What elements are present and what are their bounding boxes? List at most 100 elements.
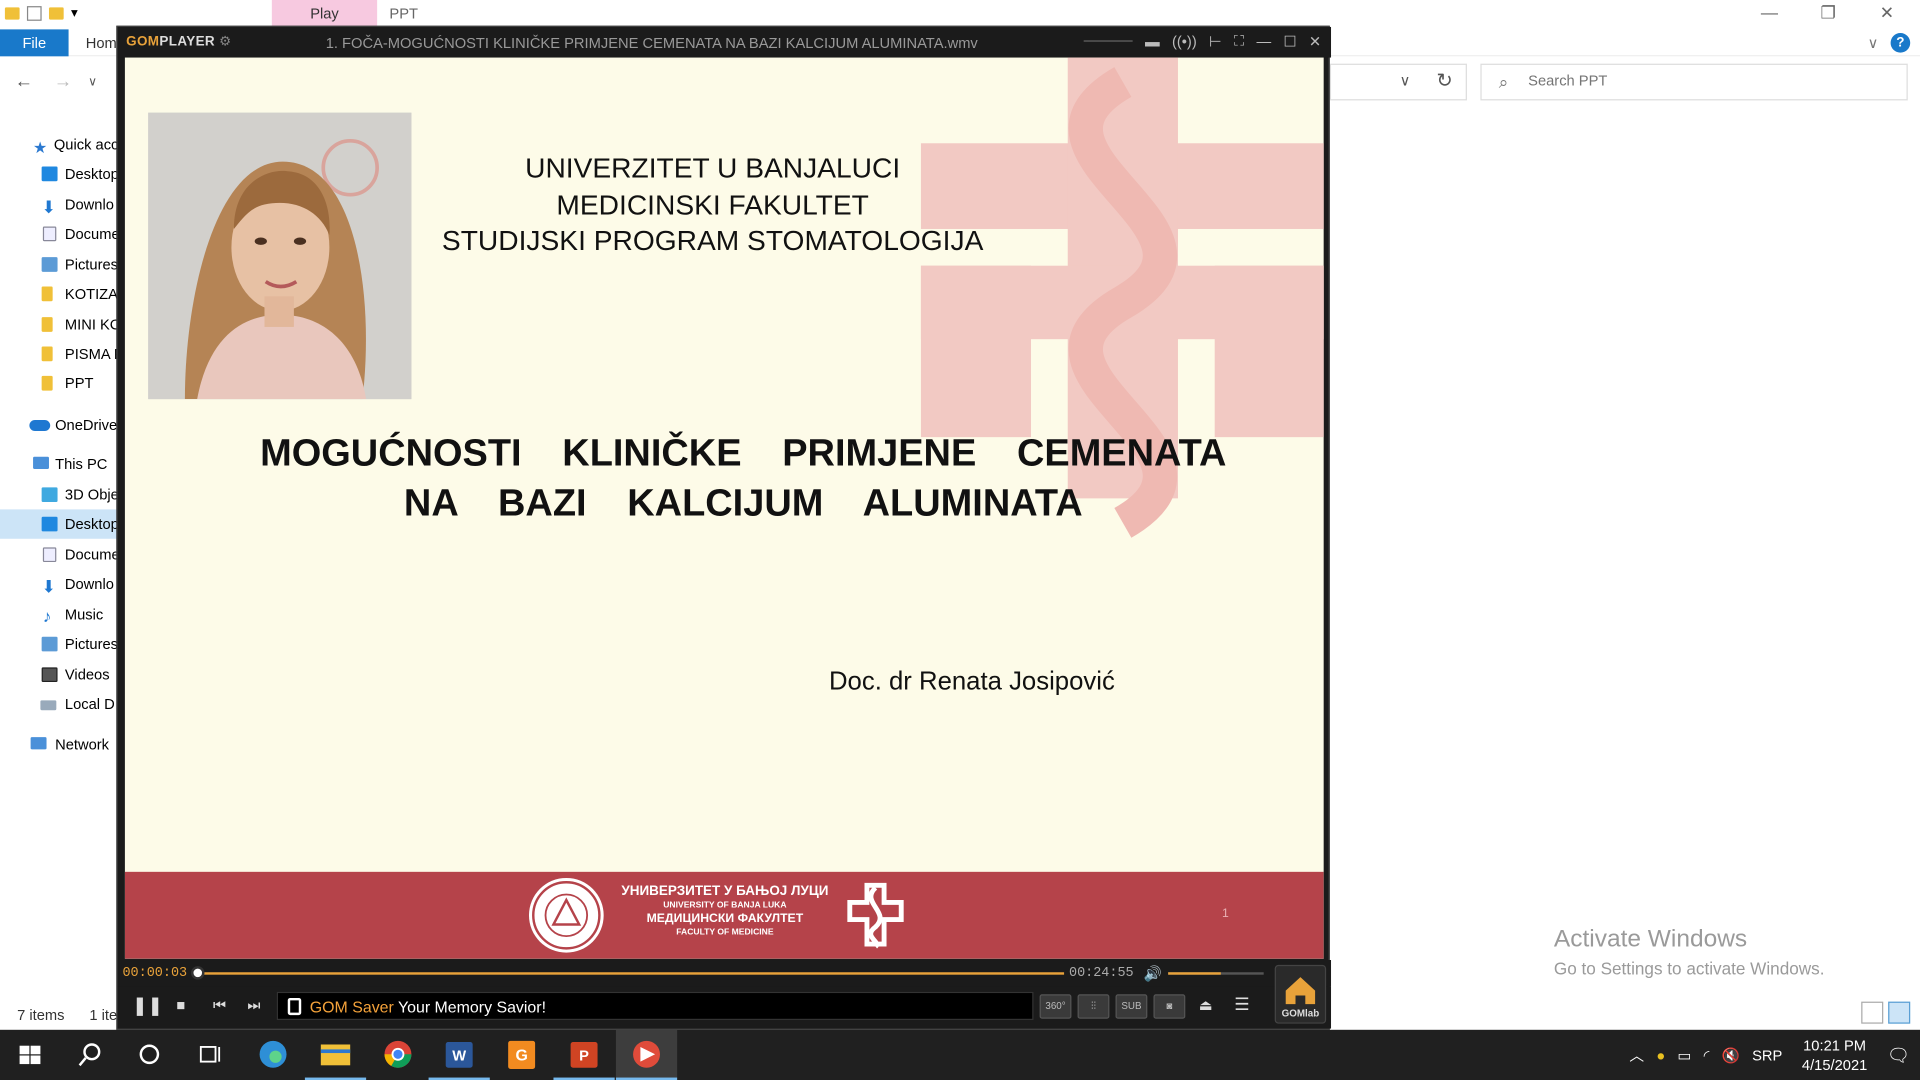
folder-icon [41,346,53,362]
gom-title-bar[interactable]: GOMPLAYER ⚙ 1. FOČA-MOGUĆNOSTI KLINIČKE … [117,26,1332,58]
search-taskbar-button[interactable] [59,1030,120,1080]
dropdown-arrow-icon[interactable]: ▾ [71,5,78,21]
new-folder-icon[interactable] [48,6,64,19]
subtitle-button[interactable]: SUB [1115,994,1148,1019]
folder-icon [41,286,53,302]
checkbox-icon[interactable] [26,5,42,21]
tab-file[interactable]: File [0,29,69,57]
taskbar-powerpoint[interactable]: P [553,1030,615,1080]
sidebar-item-documents-pc[interactable]: Docume [0,540,118,569]
cortana-button[interactable] [119,1030,180,1080]
gomlab-button[interactable]: GOMlab [1274,964,1327,1024]
menu-icon[interactable]: ☰ [1234,994,1249,1015]
taskbar-file-explorer[interactable] [304,1030,367,1080]
pause-icon[interactable]: ❚❚ [132,994,163,1017]
gom-saver-banner[interactable]: GOM Saver Your Memory Savior! [276,991,1034,1021]
clock[interactable]: 10:21 PM 4/15/2021 [1795,1035,1875,1074]
desktop-icon [41,516,58,532]
sidebar-item-pictures[interactable]: Pictures [0,250,118,279]
stop-icon[interactable]: ■ [176,997,185,1014]
sidebar-item-pisma[interactable]: PISMA F [0,339,118,368]
wifi-icon[interactable]: ◜ [1704,1046,1710,1063]
settings-gear-icon[interactable]: ⚙ [219,34,231,49]
notifications-icon[interactable]: 🗨 [1887,1044,1910,1066]
pin-icon[interactable]: ⊢ [1209,32,1222,49]
network-icon [30,737,47,750]
previous-icon[interactable]: ⏮ [213,997,226,1015]
sidebar-item-downloads-pc[interactable]: ⬇ Downlo [0,569,118,598]
clock-time: 10:21 PM [1803,1036,1867,1054]
close-icon[interactable]: ✕ [1869,2,1906,23]
volume-muted-icon[interactable]: 🔇 [1722,1046,1740,1063]
tab-play[interactable]: Play [271,0,378,27]
volume-icon[interactable]: 🔊 [1144,965,1162,982]
screenshot-camera-icon[interactable]: ◙ [1153,994,1186,1019]
sidebar-item-ppt[interactable]: PPT [0,369,118,398]
taskbar-edge[interactable] [242,1030,303,1080]
sidebar-item-desktop[interactable]: Desktop [0,159,118,188]
start-button[interactable] [0,1030,61,1080]
audio-output-icon[interactable]: ((•)) [1172,32,1197,49]
gom-player-icon [633,1040,661,1068]
security-shield-icon[interactable]: ● [1656,1046,1665,1063]
battery-icon[interactable]: ▭ [1677,1046,1691,1063]
gom-close-icon[interactable]: ✕ [1309,32,1321,49]
seek-bar[interactable] [195,972,1065,975]
language-indicator[interactable]: SRP [1752,1046,1782,1063]
show-hidden-icons-icon[interactable]: ︿ [1629,1044,1644,1065]
sidebar-item-videos[interactable]: Videos [0,660,118,689]
sidebar-item-desktop-pc[interactable]: Desktop [0,509,118,539]
address-bar[interactable]: ∨ ↻ [1329,63,1467,101]
recent-locations-icon[interactable]: ∨ [88,76,97,89]
help-icon[interactable]: ? [1890,33,1911,53]
fullscreen-icon[interactable]: ⛶ [1234,32,1244,50]
search-input[interactable] [1528,72,1884,90]
details-view-icon[interactable] [1861,1001,1884,1024]
taskbar-chrome[interactable] [367,1030,428,1080]
gom-player-window[interactable]: GOMPLAYER ⚙ 1. FOČA-MOGUĆNOSTI KLINIČKE … [116,25,1332,1030]
expand-ribbon-icon[interactable]: ∨ [1868,34,1879,51]
seek-row[interactable]: 00:00:03 00:24:55 🔊 [117,960,1332,987]
opacity-slider[interactable] [1083,40,1133,42]
sidebar-item-this-pc[interactable]: This PC [0,449,118,478]
restore-icon[interactable]: ❐ [1810,2,1847,23]
next-icon[interactable]: ⏭ [247,997,260,1015]
sidebar-item-local-disk[interactable]: Local D [0,689,118,718]
tab-home[interactable]: Hom [86,34,117,51]
sidebar-item-kotiza[interactable]: KOTIZA [0,279,118,308]
taskbar-pdf-app[interactable]: G [491,1030,552,1080]
sidebar-item-quick-access[interactable]: ★ Quick acc [0,130,117,159]
video-area[interactable]: UNIVERZITET U BANJALUCI MEDICINSKI FAKUL… [124,57,1324,959]
taskbar-word[interactable]: W [428,1030,490,1080]
refresh-icon[interactable]: ↻ [1436,69,1452,93]
volume-slider[interactable] [1168,972,1264,975]
opacity-knob-icon[interactable]: ▬ [1145,32,1160,49]
sidebar-item-pictures-pc[interactable]: Pictures [0,629,118,658]
sidebar-item-music[interactable]: ♪ Music [0,600,118,629]
address-dropdown-icon[interactable]: ∨ [1400,72,1411,89]
gom-maximize-icon[interactable]: ☐ [1283,32,1296,49]
minimize-icon[interactable]: — [1751,2,1788,22]
search-box[interactable]: ⌕ [1480,63,1908,101]
large-icons-view-icon[interactable] [1888,1001,1911,1024]
sidebar-item-downloads[interactable]: ⬇ Downlo [0,190,118,219]
eject-icon[interactable]: ⏏ [1199,997,1213,1014]
sidebar-item-mini-kc[interactable]: MINI KC [0,310,118,339]
sidebar-item-onedrive[interactable]: OneDrive [0,410,118,439]
download-icon: ⬇ [41,576,57,597]
vr-360-button[interactable]: 360° [1039,994,1072,1019]
forward-arrow-icon[interactable]: → [54,71,72,92]
gom-minimize-icon[interactable]: — [1257,32,1272,49]
sidebar-item-network[interactable]: Network [0,730,118,759]
gom-logo[interactable]: GOMPLAYER ⚙ [126,33,231,49]
desktop-icon [41,166,58,182]
activate-windows-watermark: Activate Windows Go to Settings to activ… [1554,926,1825,979]
task-view-button[interactable] [179,1030,240,1080]
equalizer-button[interactable]: ⫶⫶ [1077,994,1110,1019]
drive-icon [40,700,57,711]
taskbar-gom-player[interactable] [615,1029,678,1080]
sidebar-item-3d-objects[interactable]: 3D Obje [0,480,118,509]
seek-knob[interactable] [191,966,205,980]
back-arrow-icon[interactable]: ← [15,71,33,92]
sidebar-item-documents[interactable]: Docume [0,219,118,248]
